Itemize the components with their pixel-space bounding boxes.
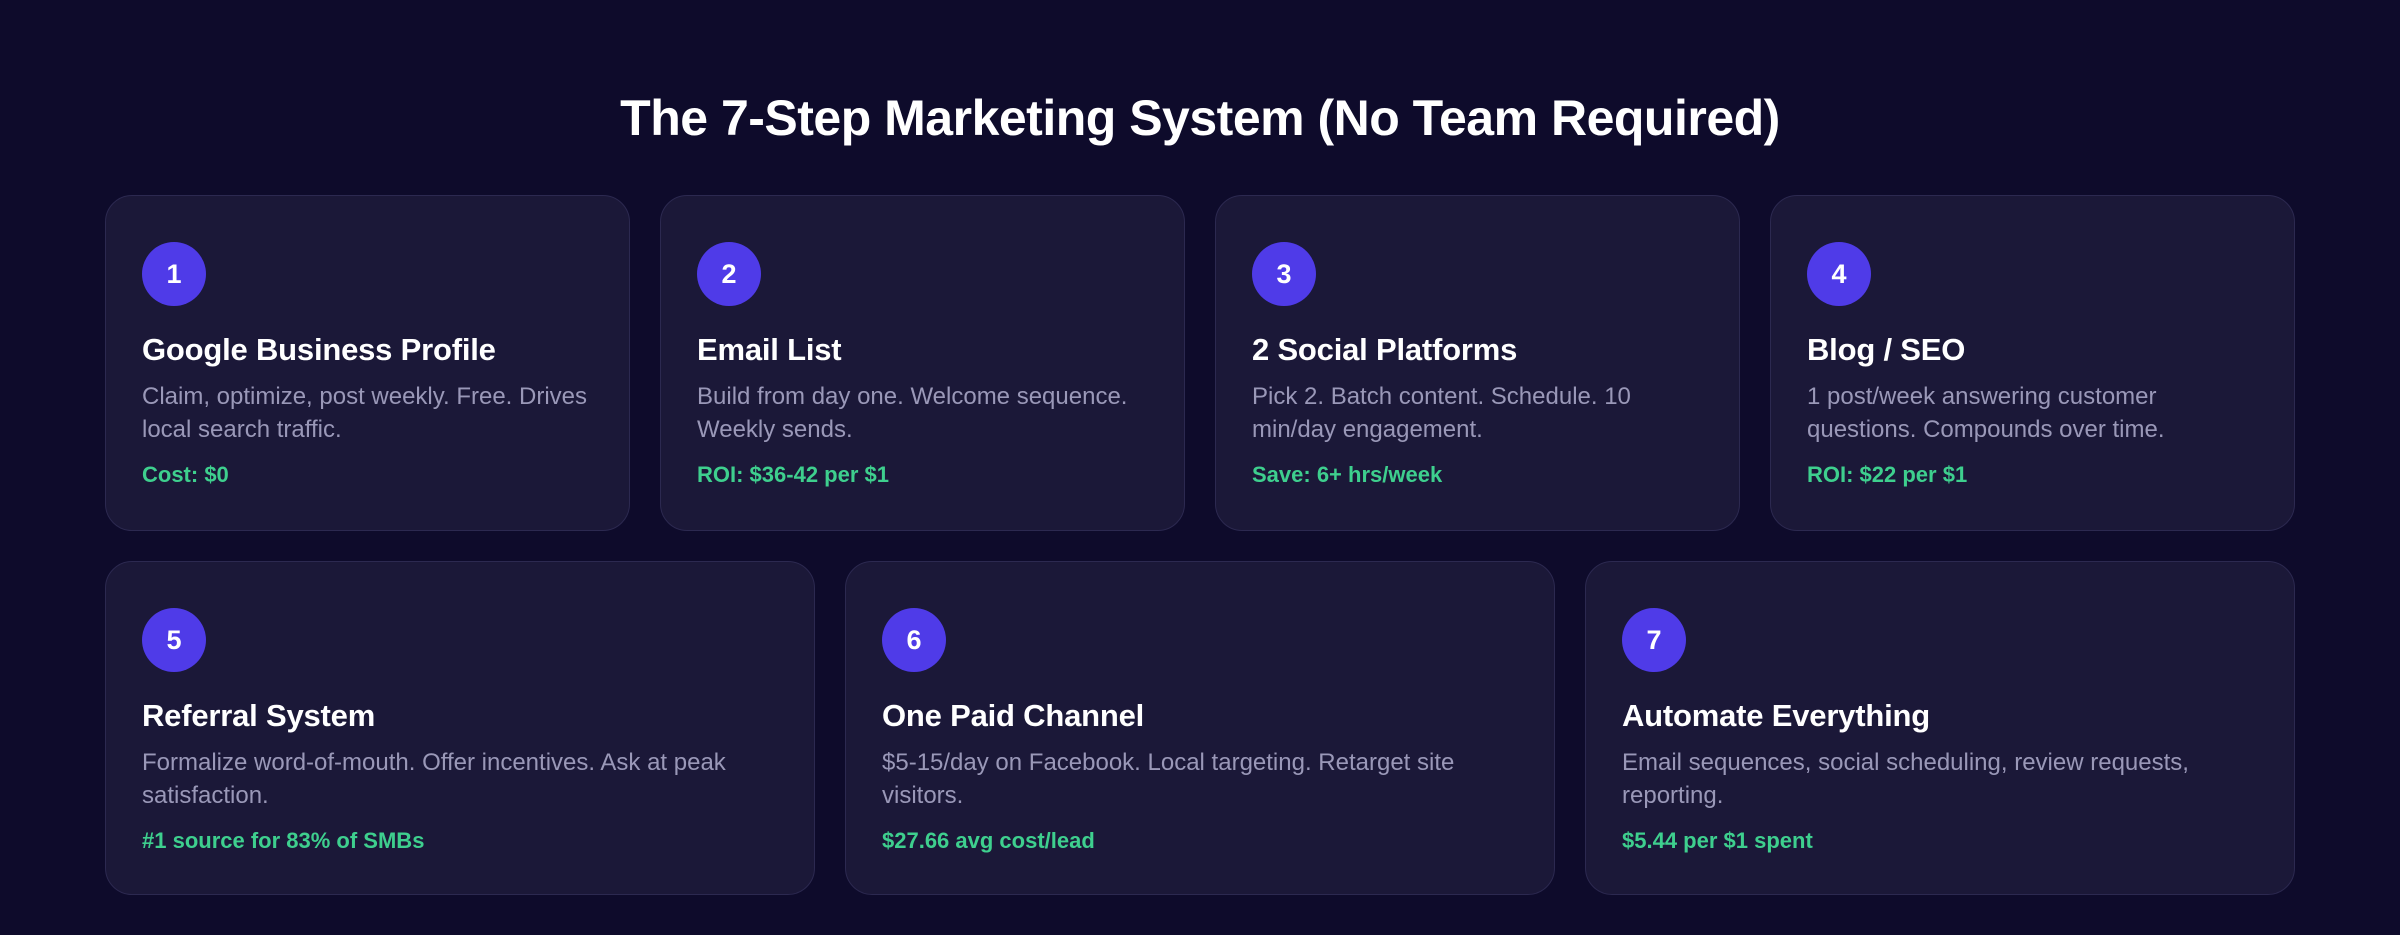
step-metric: $5.44 per $1 spent [1622, 828, 1813, 853]
step-card-4: 4 Blog / SEO 1 post/week answering custo… [1770, 195, 2295, 531]
step-number-badge: 6 [882, 608, 946, 672]
step-card-2: 2 Email List Build from day one. Welcome… [660, 195, 1185, 531]
step-title: One Paid Channel [882, 698, 1145, 733]
steps-row-top: 1 Google Business Profile Claim, optimiz… [105, 195, 2295, 531]
step-title: Email List [697, 332, 842, 367]
step-description: 1 post/week answering customer questions… [1807, 383, 2165, 443]
steps-row-bottom: 5 Referral System Formalize word-of-mout… [105, 561, 2295, 895]
step-card-5: 5 Referral System Formalize word-of-mout… [105, 561, 815, 895]
step-title: Google Business Profile [142, 332, 496, 367]
step-metric: ROI: $36-42 per $1 [697, 462, 889, 487]
step-title: Automate Everything [1622, 698, 1930, 733]
step-metric: Cost: $0 [142, 462, 229, 487]
step-description: $5-15/day on Facebook. Local targeting. … [882, 749, 1455, 809]
step-metric: ROI: $22 per $1 [1807, 462, 1968, 487]
step-card-1: 1 Google Business Profile Claim, optimiz… [105, 195, 630, 531]
step-description: Formalize word-of-mouth. Offer incentive… [142, 749, 726, 809]
step-title: Blog / SEO [1807, 332, 1966, 367]
step-description: Pick 2. Batch content. Schedule. 10 min/… [1252, 383, 1631, 443]
step-description: Claim, optimize, post weekly. Free. Driv… [142, 383, 588, 443]
step-number-badge: 1 [142, 242, 206, 306]
step-title: 2 Social Platforms [1252, 332, 1518, 367]
step-title: Referral System [142, 698, 376, 733]
step-card-6: 6 One Paid Channel $5-15/day on Facebook… [845, 561, 1555, 895]
step-metric: Save: 6+ hrs/week [1252, 462, 1443, 487]
step-number-badge: 2 [697, 242, 761, 306]
step-metric: #1 source for 83% of SMBs [142, 828, 425, 853]
step-number-badge: 5 [142, 608, 206, 672]
step-description: Build from day one. Welcome sequence. We… [697, 383, 1128, 443]
step-metric: $27.66 avg cost/lead [882, 828, 1095, 853]
step-number-badge: 3 [1252, 242, 1316, 306]
step-description: Email sequences, social scheduling, revi… [1622, 749, 2189, 809]
page-title: The 7-Step Marketing System (No Team Req… [620, 90, 1780, 146]
step-number-badge: 7 [1622, 608, 1686, 672]
step-number-badge: 4 [1807, 242, 1871, 306]
step-card-7: 7 Automate Everything Email sequences, s… [1585, 561, 2295, 895]
step-card-3: 3 2 Social Platforms Pick 2. Batch conte… [1215, 195, 1740, 531]
